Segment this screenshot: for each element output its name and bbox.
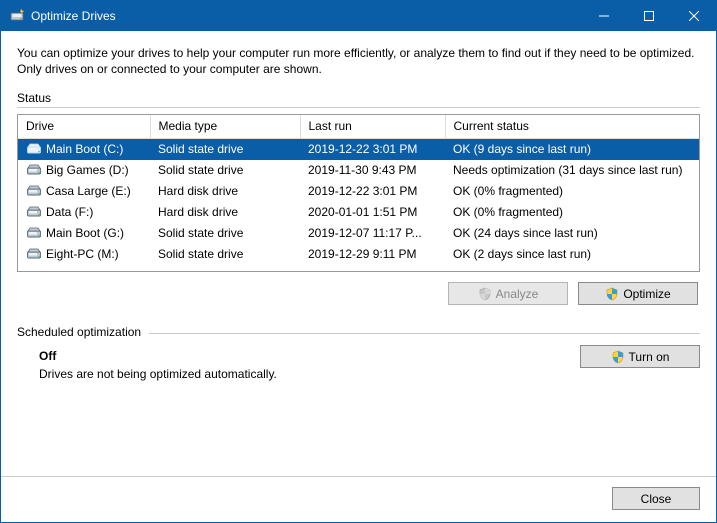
table-row[interactable]: Main Boot (G:) Solid state drive2019-12-0… [18, 223, 699, 244]
optimize-drives-window: Optimize Drives You can optimize your dr… [0, 0, 717, 523]
drive-icon [26, 225, 42, 241]
table-row[interactable]: Main Boot (C:) Solid state drive2019-12-2… [18, 139, 699, 161]
close-dialog-button[interactable]: Close [612, 487, 700, 510]
drive-icon [26, 141, 42, 157]
last-run: 2019-12-22 3:01 PM [300, 139, 445, 161]
drive-cell: Big Games (D:) [18, 160, 150, 181]
drives-table[interactable]: Drive Media type Last run Current status… [18, 115, 699, 265]
shield-icon [478, 287, 492, 301]
drive-name: Main Boot (G:) [46, 226, 124, 240]
drive-name: Big Games (D:) [46, 163, 129, 177]
current-status: OK (0% fragmented) [445, 181, 699, 202]
optimize-label: Optimize [623, 287, 670, 301]
titlebar: Optimize Drives [1, 1, 716, 31]
drive-cell: Data (F:) [18, 202, 150, 223]
scheduled-optimization-section: Scheduled optimization Off Drives are no… [17, 325, 700, 381]
scheduled-note: Drives are not being optimized automatic… [39, 367, 580, 381]
media-type: Solid state drive [150, 160, 300, 181]
current-status: OK (24 days since last run) [445, 223, 699, 244]
media-type: Solid state drive [150, 244, 300, 265]
scheduled-optimization-label: Scheduled optimization [17, 325, 141, 339]
status-divider [17, 107, 700, 108]
drive-cell: Main Boot (G:) [18, 223, 150, 244]
client-area: You can optimize your drives to help you… [1, 31, 716, 476]
table-row[interactable]: Casa Large (E:) Hard disk drive2019-12-22… [18, 181, 699, 202]
column-header-status[interactable]: Current status [445, 115, 699, 139]
current-status: OK (0% fragmented) [445, 202, 699, 223]
drive-icon [26, 183, 42, 199]
drive-cell: Main Boot (C:) [18, 139, 150, 160]
drive-name: Main Boot (C:) [46, 142, 123, 156]
turn-on-label: Turn on [629, 350, 670, 364]
drives-table-container: Drive Media type Last run Current status… [17, 114, 700, 272]
column-header-drive[interactable]: Drive [18, 115, 150, 139]
current-status: Needs optimization (31 days since last r… [445, 160, 699, 181]
window-title: Optimize Drives [31, 9, 116, 23]
analyze-button: Analyze [448, 282, 568, 305]
shield-icon [605, 287, 619, 301]
drive-icon [26, 162, 42, 178]
turn-on-button[interactable]: Turn on [580, 345, 700, 368]
column-header-lastrun[interactable]: Last run [300, 115, 445, 139]
last-run: 2019-12-07 11:17 P... [300, 223, 445, 244]
last-run: 2019-11-30 9:43 PM [300, 160, 445, 181]
close-button[interactable] [671, 1, 716, 31]
media-type: Solid state drive [150, 139, 300, 161]
last-run: 2020-01-01 1:51 PM [300, 202, 445, 223]
media-type: Solid state drive [150, 223, 300, 244]
close-label: Close [641, 492, 672, 506]
media-type: Hard disk drive [150, 202, 300, 223]
scheduled-divider [149, 333, 700, 334]
drive-icon [26, 204, 42, 220]
drive-cell: Casa Large (E:) [18, 181, 150, 202]
last-run: 2019-12-22 3:01 PM [300, 181, 445, 202]
media-type: Hard disk drive [150, 181, 300, 202]
table-row[interactable]: Big Games (D:) Solid state drive2019-11-3… [18, 160, 699, 181]
table-row[interactable]: Data (F:) Hard disk drive2020-01-01 1:51 … [18, 202, 699, 223]
drive-cell: Eight-PC (M:) [18, 244, 150, 265]
table-row[interactable]: Eight-PC (M:) Solid state drive2019-12-29… [18, 244, 699, 265]
minimize-button[interactable] [581, 1, 626, 31]
current-status: OK (9 days since last run) [445, 139, 699, 161]
current-status: OK (2 days since last run) [445, 244, 699, 265]
scheduled-status: Off [39, 349, 580, 363]
maximize-button[interactable] [626, 1, 671, 31]
intro-text: You can optimize your drives to help you… [17, 45, 700, 77]
analyze-label: Analyze [496, 287, 539, 301]
last-run: 2019-12-29 9:11 PM [300, 244, 445, 265]
column-header-media[interactable]: Media type [150, 115, 300, 139]
drive-icon [26, 246, 42, 262]
optimize-button[interactable]: Optimize [578, 282, 698, 305]
action-buttons-row: Analyze Optimize [17, 282, 698, 305]
drive-name: Eight-PC (M:) [46, 247, 119, 261]
footer: Close [1, 476, 716, 522]
status-group-label: Status [17, 91, 700, 105]
shield-icon [611, 350, 625, 364]
drive-name: Casa Large (E:) [46, 184, 131, 198]
drive-name: Data (F:) [46, 205, 93, 219]
app-icon [9, 8, 25, 24]
